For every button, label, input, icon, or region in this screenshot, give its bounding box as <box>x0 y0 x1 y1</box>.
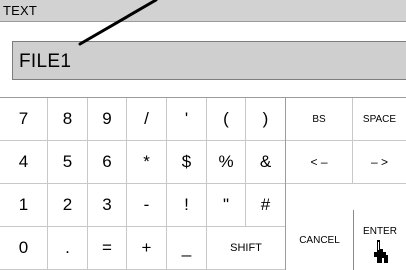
key-7[interactable]: 7 <box>0 98 48 141</box>
key-open-paren[interactable]: ( <box>207 98 246 141</box>
key-0[interactable]: 0 <box>0 227 48 270</box>
window-title: TEXT <box>3 3 38 18</box>
space-key[interactable]: SPACE <box>353 98 406 141</box>
enter-key-label: ENTER <box>363 226 397 237</box>
key-double-quote[interactable]: " <box>207 184 246 227</box>
text-input-value: FILE1 <box>19 51 72 72</box>
key-close-paren[interactable]: ) <box>246 98 285 141</box>
key-ampersand[interactable]: & <box>246 141 285 184</box>
key-6[interactable]: 6 <box>88 141 127 184</box>
cancel-key[interactable]: CANCEL <box>286 210 353 270</box>
cursor-left-key[interactable]: < – <box>286 141 353 184</box>
key-8[interactable]: 8 <box>48 98 88 141</box>
key-2[interactable]: 2 <box>48 184 88 227</box>
key-4[interactable]: 4 <box>0 141 48 184</box>
key-period[interactable]: . <box>48 227 88 270</box>
key-percent[interactable]: % <box>207 141 246 184</box>
key-slash[interactable]: / <box>127 98 167 141</box>
key-5[interactable]: 5 <box>48 141 88 184</box>
key-1[interactable]: 1 <box>0 184 48 227</box>
key-underscore[interactable]: _ <box>167 227 207 270</box>
key-hash[interactable]: # <box>246 184 285 227</box>
key-equals[interactable]: = <box>88 227 127 270</box>
key-asterisk[interactable]: * <box>127 141 167 184</box>
hand-pointer-icon <box>374 240 388 263</box>
key-plus[interactable]: + <box>127 227 167 270</box>
character-keypad: 7 8 9 / ' ( ) 4 5 6 * $ % & 1 2 3 - ! " … <box>0 98 285 270</box>
key-exclamation[interactable]: ! <box>167 184 207 227</box>
key-dollar[interactable]: $ <box>167 141 207 184</box>
key-3[interactable]: 3 <box>88 184 127 227</box>
key-9[interactable]: 9 <box>88 98 127 141</box>
key-apostrophe[interactable]: ' <box>167 98 207 141</box>
enter-key[interactable]: ENTER <box>353 210 406 270</box>
cursor-right-key[interactable]: – > <box>353 141 406 184</box>
backspace-key[interactable]: BS <box>286 98 353 141</box>
shift-key[interactable]: SHIFT <box>207 227 285 270</box>
title-bar <box>0 0 406 22</box>
key-minus[interactable]: - <box>127 184 167 227</box>
